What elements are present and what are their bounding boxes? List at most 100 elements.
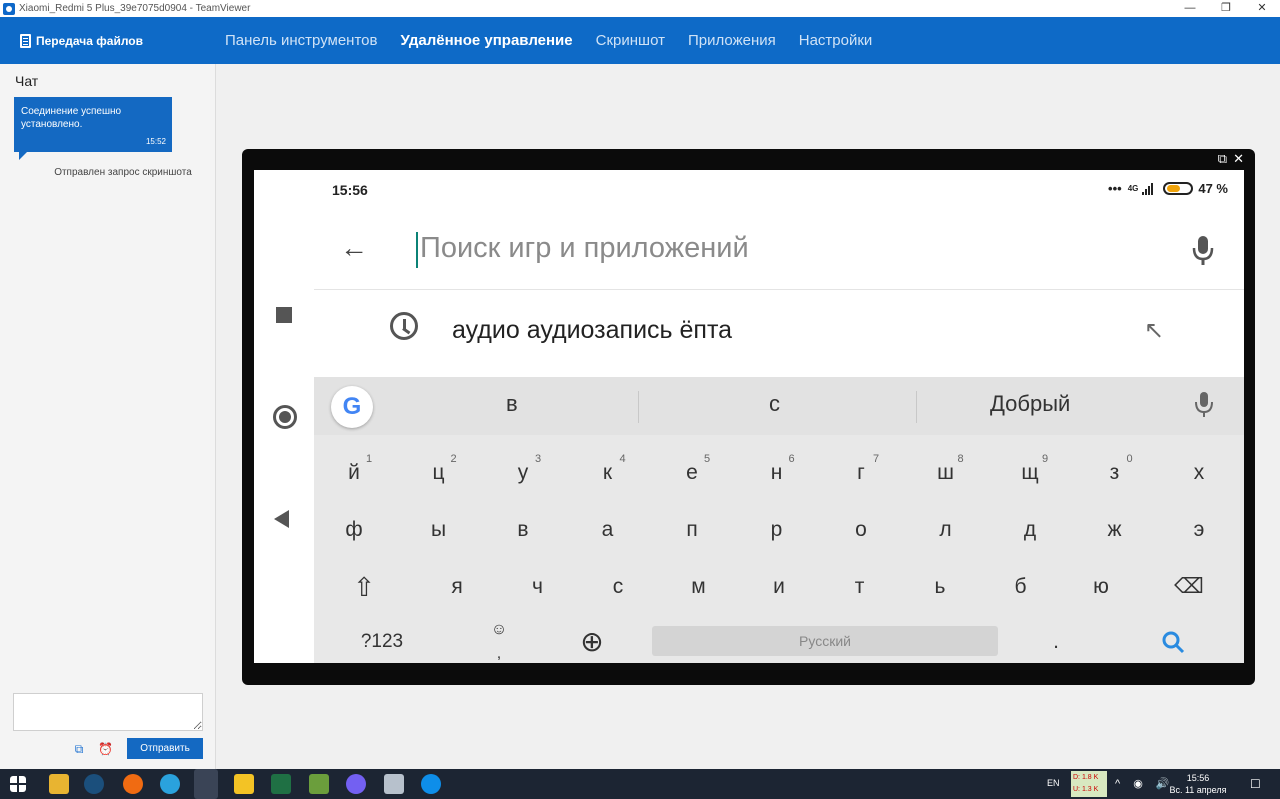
key-х[interactable]: х [1159,445,1239,501]
back-arrow-icon[interactable]: ← [340,232,368,264]
backspace-key[interactable]: ⌫ [1149,559,1229,615]
shift-key[interactable]: ⇧ [324,559,404,615]
key-о[interactable]: о [821,502,901,558]
google-logo-icon[interactable]: G [331,386,373,428]
key-ч[interactable]: ч [498,559,578,615]
symbols-key[interactable]: ?123 [342,614,422,663]
device-screen[interactable]: 15:56 ••• 4G 47 % ← Поиск игр и приложен… [254,170,1244,663]
suggestion-text: аудио аудиозапись ёпта [452,316,733,344]
key-э[interactable]: э [1159,502,1239,558]
alarm-icon[interactable]: ⏰ [98,742,113,756]
key-у[interactable]: у3 [483,445,563,501]
key-л[interactable]: л [906,502,986,558]
key-number-hint: 9 [1042,453,1049,465]
key-е[interactable]: е5 [652,445,732,501]
key-б[interactable]: б [981,559,1061,615]
file-explorer-icon[interactable] [49,774,69,794]
file-transfer-button[interactable]: Передача файлов [20,34,143,48]
app-icon[interactable] [384,774,404,794]
nav-tabs: Панель инструментов Удалённое управление… [225,17,895,64]
key-ь[interactable]: ь [900,559,980,615]
globe-icon[interactable]: ⊕ [552,614,632,663]
home-button[interactable] [273,405,297,429]
key-number-hint: 8 [957,453,964,465]
tab-settings[interactable]: Настройки [799,32,873,49]
key-м[interactable]: м [659,559,739,615]
maximize-button[interactable]: ❐ [1208,0,1244,17]
firefox-icon[interactable] [194,769,218,799]
tab-toolbar[interactable]: Панель инструментов [225,32,377,49]
keyboard-row-1: й1ц2у3к4е5н6г7ш8щ9з0х [314,445,1244,501]
key-ж[interactable]: ж [1075,502,1155,558]
power-bi-icon[interactable] [234,774,254,794]
key-ф[interactable]: ф [314,502,394,558]
status-right: ••• 4G 47 % [1108,181,1228,196]
close-icon[interactable]: ✕ [1233,152,1244,166]
keyboard-suggestion-1[interactable]: в [506,391,518,417]
search-input[interactable]: Поиск игр и приложений [420,232,749,265]
viber-icon[interactable] [346,774,366,794]
notification-icon[interactable]: ☐ [1250,777,1261,791]
period-key[interactable]: . [1016,614,1096,663]
tab-remote-control[interactable]: Удалённое управление [400,32,572,49]
chat-panel: Чат Соединение успешно установлено. 15:5… [0,64,216,769]
key-ю[interactable]: ю [1061,559,1141,615]
key-р[interactable]: р [737,502,817,558]
key-щ[interactable]: щ9 [990,445,1070,501]
excel-icon[interactable] [271,774,291,794]
key-п[interactable]: п [652,502,732,558]
key-и[interactable]: и [739,559,819,615]
key-к[interactable]: к4 [568,445,648,501]
key-я[interactable]: я [417,559,497,615]
send-button[interactable]: Отправить [127,738,203,759]
chat-status-text: Отправлен запрос скриншота [54,167,192,178]
search-suggestion-row[interactable]: аудио аудиозапись ёпта ↖ [314,290,1244,378]
battery-percent: 47 % [1198,181,1228,196]
key-в[interactable]: в [483,502,563,558]
microphone-icon[interactable] [1190,234,1216,268]
chat-input[interactable] [13,693,203,731]
screenshot-icon[interactable]: ⧉ [72,742,86,756]
key-ш[interactable]: ш8 [906,445,986,501]
popout-icon[interactable]: ⧉ [1218,152,1227,166]
language-indicator[interactable]: EN [1047,778,1060,788]
key-т[interactable]: т [820,559,900,615]
teamviewer-icon[interactable] [421,774,441,794]
start-windows-icon[interactable] [10,776,26,792]
search-key-icon[interactable] [1161,630,1185,654]
key-д[interactable]: д [990,502,1070,558]
minimize-button[interactable]: — [1172,0,1208,17]
telegram-icon[interactable] [160,774,180,794]
key-а[interactable]: а [568,502,648,558]
clock[interactable]: 15:56 Вс. 11 апреля [1168,772,1228,796]
close-window-button[interactable]: ✕ [1244,0,1280,17]
key-с[interactable]: с [578,559,658,615]
key-ы[interactable]: ы [399,502,479,558]
tab-apps[interactable]: Приложения [688,32,776,49]
tab-screenshot[interactable]: Скриншот [596,32,665,49]
key-н[interactable]: н6 [737,445,817,501]
task-manager-icon[interactable] [309,774,329,794]
net-download: D: 1.8 K [1073,774,1099,781]
tray-icons[interactable]: ^ ◉ 🔊 [1115,777,1175,790]
teamviewer-logo-icon [3,2,15,15]
keyboard-mic-icon[interactable] [1194,391,1214,419]
keyboard-suggestion-3[interactable]: Добрый [990,391,1070,417]
key-г[interactable]: г7 [821,445,901,501]
key-з[interactable]: з0 [1075,445,1155,501]
chat-message-time: 15:52 [145,137,166,146]
notification-dots: ••• [1108,181,1122,196]
space-bar[interactable]: Русский [652,626,998,656]
fill-query-arrow-icon[interactable]: ↖ [1144,316,1164,345]
key-ц[interactable]: ц2 [399,445,479,501]
browser-icon[interactable] [123,774,143,794]
window-controls: — ❐ ✕ [1172,0,1280,17]
back-triangle-button[interactable] [274,510,289,528]
file-transfer-label: Передача файлов [36,34,143,48]
recents-button[interactable] [276,307,292,323]
steam-icon[interactable] [84,774,104,794]
keyboard-suggestion-2[interactable]: с [769,391,780,417]
emoji-key[interactable]: ☺, [459,618,539,663]
key-й[interactable]: й1 [314,445,394,501]
on-screen-keyboard: G в с Добрый й1ц2у3к4е5н6г7ш8щ9з0х фывап… [314,377,1244,663]
